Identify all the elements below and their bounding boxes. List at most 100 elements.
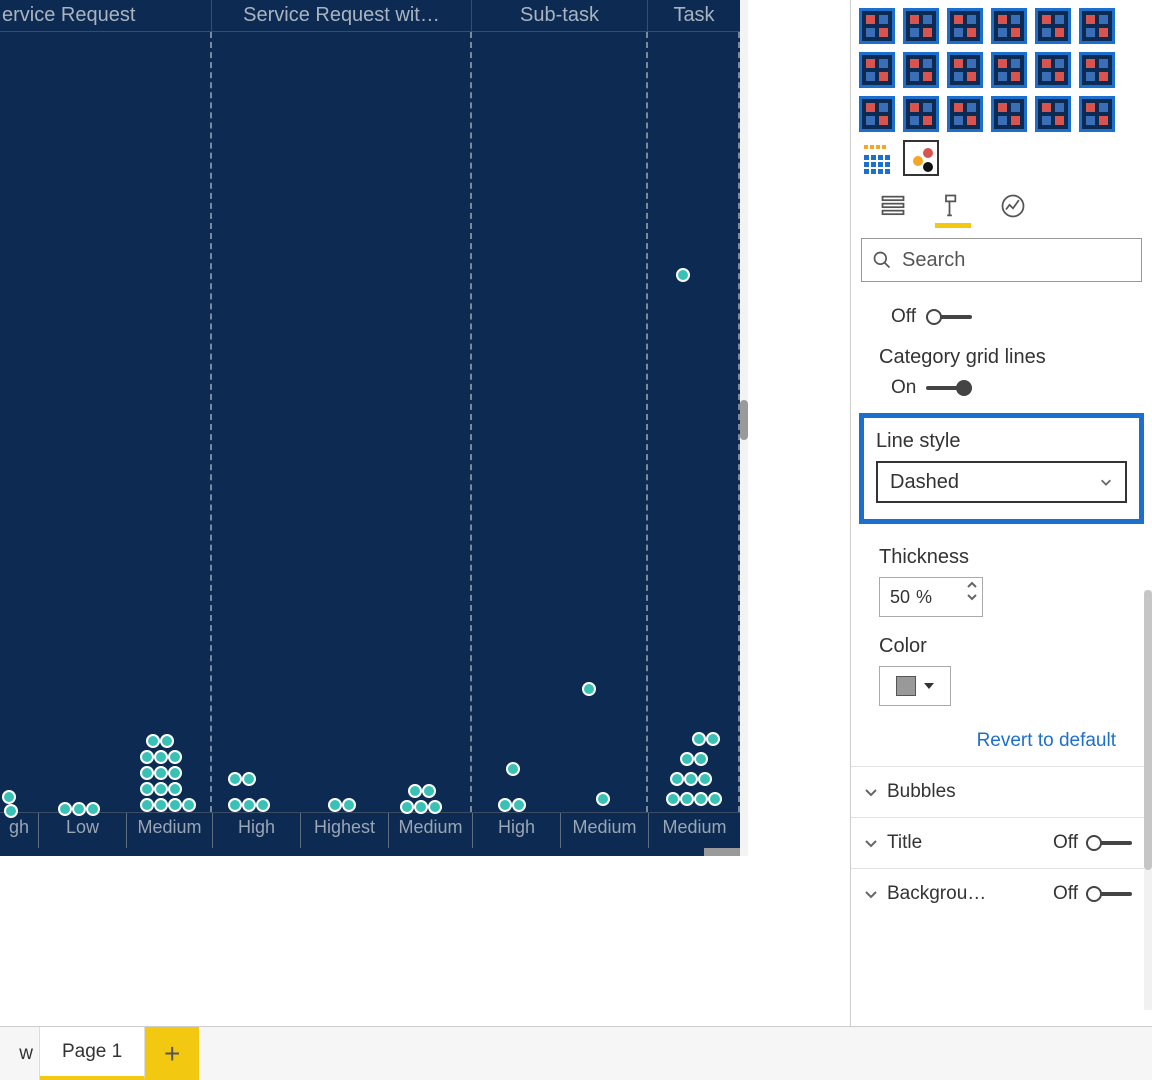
- data-point-dot[interactable]: [666, 792, 680, 806]
- data-point-dot[interactable]: [228, 798, 242, 812]
- visualization-type-button[interactable]: [1035, 96, 1071, 132]
- data-point-dot[interactable]: [400, 800, 414, 814]
- data-point-dot[interactable]: [242, 772, 256, 786]
- data-point-dot[interactable]: [86, 802, 100, 816]
- data-point-dot[interactable]: [670, 772, 684, 786]
- data-point-dot[interactable]: [328, 798, 342, 812]
- data-point-dot[interactable]: [512, 798, 526, 812]
- data-point-dot[interactable]: [414, 800, 428, 814]
- previous-setting-toggle[interactable]: Off: [879, 306, 1132, 328]
- background-accordion[interactable]: Backgrou… Off: [851, 868, 1152, 919]
- data-point-dot[interactable]: [140, 782, 154, 796]
- line-style-dropdown[interactable]: Dashed: [876, 461, 1127, 503]
- visualization-type-button[interactable]: [947, 52, 983, 88]
- data-point-dot[interactable]: [168, 798, 182, 812]
- data-point-dot[interactable]: [680, 792, 694, 806]
- data-point-dot[interactable]: [694, 752, 708, 766]
- data-point-dot[interactable]: [498, 798, 512, 812]
- data-point-dot[interactable]: [256, 798, 270, 812]
- scrollbar-thumb[interactable]: [704, 848, 740, 856]
- visualization-type-button[interactable]: [903, 96, 939, 132]
- visualization-type-button[interactable]: [991, 52, 1027, 88]
- data-point-dot[interactable]: [428, 800, 442, 814]
- visualization-type-button[interactable]: [1079, 96, 1115, 132]
- add-page-button[interactable]: +: [145, 1027, 199, 1080]
- visualization-type-button[interactable]: [991, 96, 1027, 132]
- report-canvas[interactable]: ervice RequestService Request wit…Sub-ta…: [0, 0, 780, 1026]
- visualization-type-button[interactable]: [1035, 8, 1071, 44]
- bubbles-accordion[interactable]: Bubbles: [851, 766, 1152, 817]
- data-point-dot[interactable]: [2, 790, 16, 804]
- data-point-dot[interactable]: [168, 766, 182, 780]
- data-point-dot[interactable]: [582, 682, 596, 696]
- visual-vertical-scrollbar[interactable]: [740, 0, 748, 856]
- page-tab-page1[interactable]: Page 1: [40, 1027, 145, 1080]
- visualization-type-button[interactable]: [903, 8, 939, 44]
- format-tab-strip: [851, 178, 1152, 224]
- data-point-dot[interactable]: [168, 750, 182, 764]
- scrollbar-thumb[interactable]: [740, 400, 748, 440]
- data-point-dot[interactable]: [4, 804, 18, 818]
- stepper-up-icon[interactable]: [966, 580, 978, 590]
- data-point-dot[interactable]: [708, 792, 722, 806]
- visualization-type-button[interactable]: [1079, 8, 1115, 44]
- visualization-type-button[interactable]: [859, 140, 895, 176]
- data-point-dot[interactable]: [182, 798, 196, 812]
- dot-plot-visual[interactable]: ervice RequestService Request wit…Sub-ta…: [0, 0, 740, 856]
- data-point-dot[interactable]: [698, 772, 712, 786]
- visualization-type-button[interactable]: [991, 8, 1027, 44]
- data-point-dot[interactable]: [140, 766, 154, 780]
- data-point-dot[interactable]: [140, 750, 154, 764]
- data-point-dot[interactable]: [408, 784, 422, 798]
- visualization-type-button[interactable]: [859, 8, 895, 44]
- data-point-dot[interactable]: [140, 798, 154, 812]
- visualization-type-button[interactable]: [859, 52, 895, 88]
- visualization-type-button[interactable]: [859, 96, 895, 132]
- data-point-dot[interactable]: [154, 766, 168, 780]
- data-point-dot[interactable]: [154, 798, 168, 812]
- data-point-dot[interactable]: [684, 772, 698, 786]
- data-point-dot[interactable]: [228, 772, 242, 786]
- data-point-dot[interactable]: [58, 802, 72, 816]
- pane-vertical-scrollbar[interactable]: [1144, 590, 1152, 1010]
- data-point-dot[interactable]: [596, 792, 610, 806]
- visualization-type-button[interactable]: [1079, 52, 1115, 88]
- analytics-tab[interactable]: [995, 188, 1031, 224]
- data-point-dot[interactable]: [168, 782, 182, 796]
- data-point-dot[interactable]: [154, 782, 168, 796]
- revert-to-default-link[interactable]: Revert to default: [851, 706, 1152, 766]
- data-point-dot[interactable]: [422, 784, 436, 798]
- format-tab[interactable]: [935, 188, 971, 224]
- data-point-dot[interactable]: [706, 732, 720, 746]
- data-point-dot[interactable]: [342, 798, 356, 812]
- format-search-input[interactable]: Search: [861, 238, 1142, 282]
- toggle-switch[interactable]: [1086, 884, 1132, 904]
- data-point-dot[interactable]: [692, 732, 706, 746]
- scrollbar-thumb[interactable]: [1144, 590, 1152, 870]
- data-point-dot[interactable]: [154, 750, 168, 764]
- visualization-type-button[interactable]: [903, 52, 939, 88]
- toggle-switch[interactable]: [1086, 833, 1132, 853]
- page-tab[interactable]: w: [0, 1027, 40, 1080]
- visualization-type-button[interactable]: [947, 96, 983, 132]
- data-point-dot[interactable]: [160, 734, 174, 748]
- data-point-dot[interactable]: [72, 802, 86, 816]
- visualization-type-button[interactable]: [947, 8, 983, 44]
- data-point-dot[interactable]: [676, 268, 690, 282]
- data-point-dot[interactable]: [694, 792, 708, 806]
- data-point-dot[interactable]: [146, 734, 160, 748]
- title-accordion[interactable]: Title Off: [851, 817, 1152, 868]
- data-point-dot[interactable]: [242, 798, 256, 812]
- toggle-switch[interactable]: [926, 307, 972, 327]
- color-dropdown[interactable]: [879, 666, 951, 706]
- fields-tab[interactable]: [875, 188, 911, 224]
- stepper-down-icon[interactable]: [966, 592, 978, 602]
- data-point-dot[interactable]: [680, 752, 694, 766]
- thickness-stepper[interactable]: 50 %: [879, 577, 983, 617]
- toggle-switch[interactable]: [926, 378, 972, 398]
- category-grid-lines-toggle[interactable]: On: [879, 377, 1132, 399]
- visualization-type-button[interactable]: [903, 140, 939, 176]
- visual-horizontal-scrollbar[interactable]: [0, 848, 740, 856]
- data-point-dot[interactable]: [506, 762, 520, 776]
- visualization-type-button[interactable]: [1035, 52, 1071, 88]
